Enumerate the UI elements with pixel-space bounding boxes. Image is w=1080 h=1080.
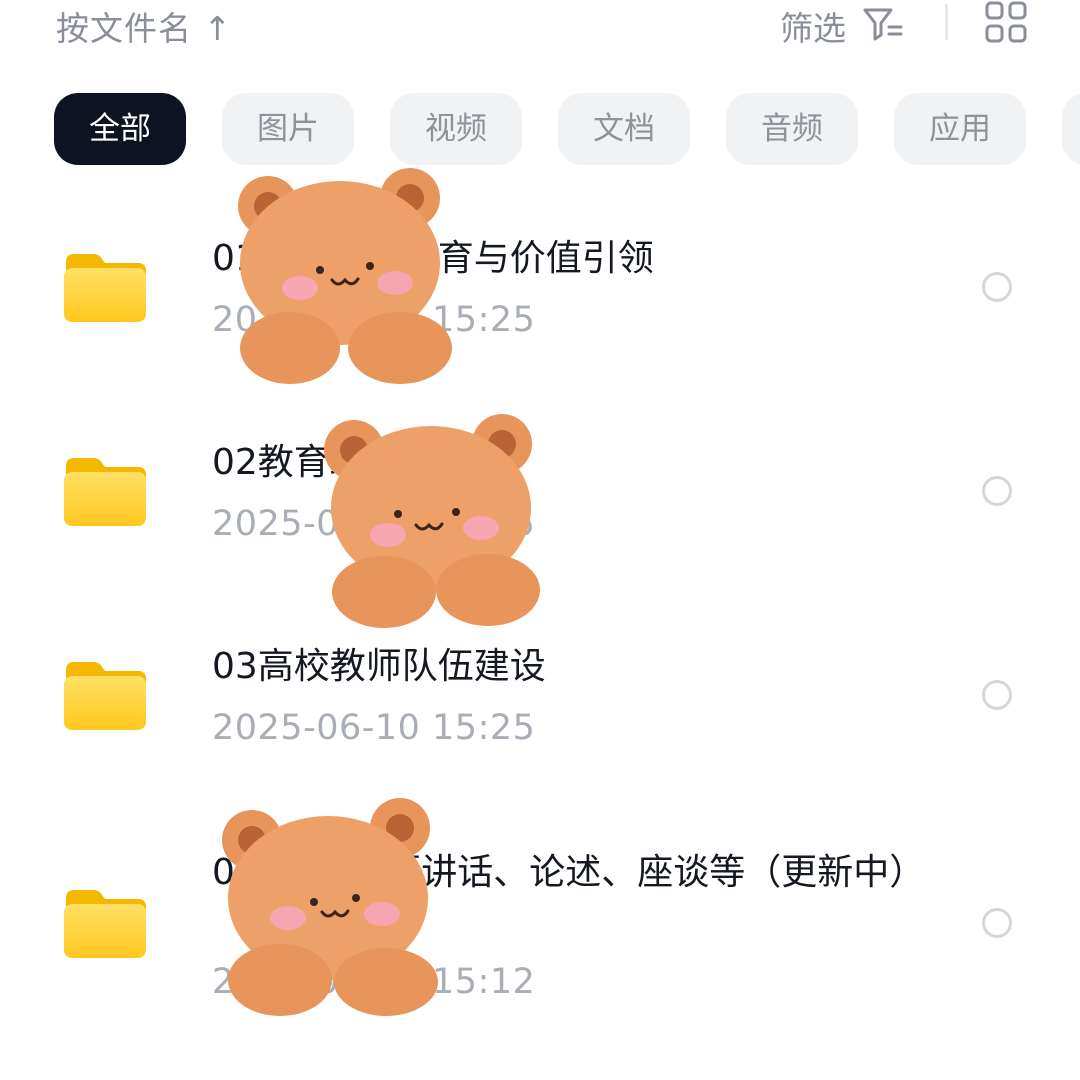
file-manager-page: 按文件名 ↑ 筛选 全部 图片 视频 文档 音频 应用 15:25 2025-0…	[0, 0, 1080, 1080]
folder-icon	[64, 662, 146, 730]
tab-videos[interactable]: 视频	[390, 93, 522, 165]
filter-icon[interactable]	[862, 4, 904, 44]
select-radio[interactable]	[982, 476, 1012, 506]
tab-images[interactable]: 图片	[222, 93, 354, 165]
file-row[interactable]: 01思想政治教育与价值引领 2025-06-10 15:25	[0, 200, 1080, 400]
filter-button[interactable]: 筛选	[780, 2, 846, 50]
folder-icon	[64, 890, 146, 958]
file-date: 2025-06-10 15:25	[212, 708, 536, 748]
file-name: 03高校教师队伍建设	[212, 646, 546, 687]
select-radio[interactable]	[982, 272, 1012, 302]
grid-view-icon[interactable]	[984, 0, 1028, 44]
sort-by-name-button[interactable]: 按文件名 ↑	[56, 2, 232, 50]
file-row[interactable]: 03高校教师队伍建设 2025-06-10 15:25	[0, 608, 1080, 808]
tab-audio[interactable]: 音频	[726, 93, 858, 165]
folder-icon	[64, 254, 146, 322]
bear-sticker	[222, 798, 438, 1016]
tab-all[interactable]: 全部	[54, 93, 186, 165]
tab-more[interactable]	[1062, 93, 1080, 165]
select-radio[interactable]	[982, 908, 1012, 938]
tab-apps[interactable]: 应用	[894, 93, 1026, 165]
category-tabs: 全部 图片 视频 文档 音频 应用	[0, 93, 1080, 165]
toolbar-divider	[945, 4, 948, 40]
bear-sticker	[324, 414, 540, 628]
select-radio[interactable]	[982, 680, 1012, 710]
folder-icon	[64, 458, 146, 526]
tab-documents[interactable]: 文档	[558, 93, 690, 165]
bear-sticker	[238, 168, 452, 384]
file-row[interactable]: 04D大D重要讲话、论述、座谈等（更新中） 2025-06-10 15:12	[0, 812, 1080, 1052]
